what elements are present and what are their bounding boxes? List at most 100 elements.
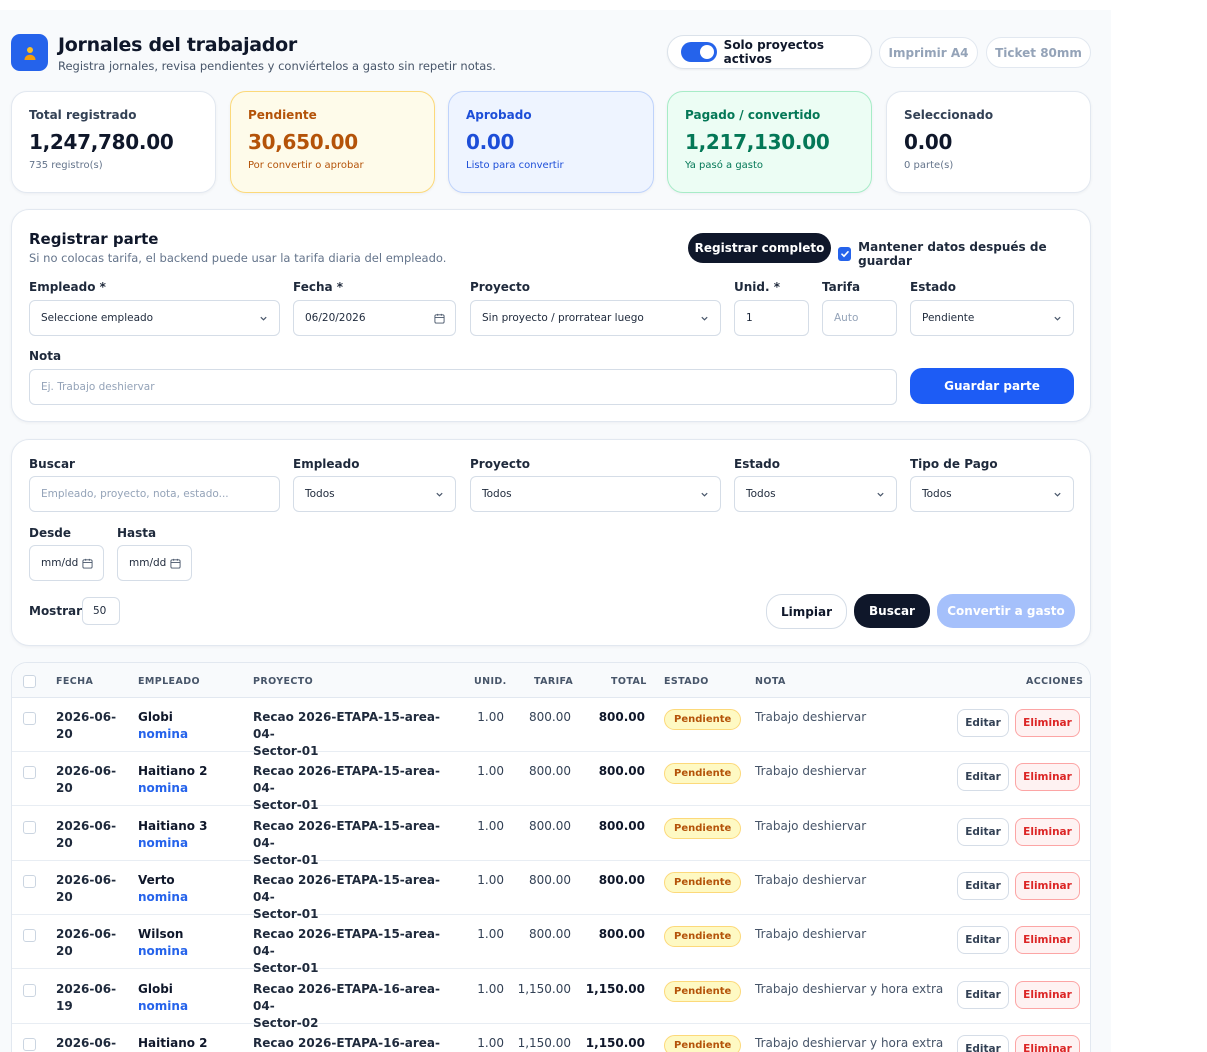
- filter-employee-label: Empleado: [293, 457, 360, 471]
- row-date: 2026-06- 20: [56, 763, 122, 797]
- table-header: FECHA EMPLEADO PROYECTO UNID. TARIFA TOT…: [12, 663, 1090, 698]
- units-input[interactable]: 1: [734, 300, 809, 336]
- row-date: 2026-06- 20: [56, 872, 122, 906]
- delete-button[interactable]: Eliminar: [1015, 709, 1080, 737]
- edit-button[interactable]: Editar: [957, 926, 1009, 954]
- filter-status-label: Estado: [734, 457, 781, 471]
- convert-to-expense-button[interactable]: Convertir a gasto: [937, 594, 1075, 628]
- edit-button[interactable]: Editar: [957, 709, 1009, 737]
- status-badge: Pendiente: [664, 1035, 742, 1052]
- row-pay-type: nomina: [138, 944, 189, 958]
- row-project-line1: Recao 2026-ETAPA-15-area-04-: [253, 710, 441, 741]
- save-part-button[interactable]: Guardar parte: [910, 368, 1074, 404]
- keep-data-checkbox[interactable]: Mantener datos después de guardar: [838, 240, 1090, 268]
- register-title: Registrar parte: [29, 230, 159, 248]
- search-button[interactable]: Buscar: [854, 594, 930, 628]
- row-date-line1: 2026-06-: [56, 982, 117, 996]
- active-projects-toggle[interactable]: Solo proyectos activos: [667, 35, 872, 69]
- worker-icon: [11, 34, 48, 71]
- print-a4-button[interactable]: Imprimir A4: [879, 37, 978, 68]
- status-badge: Pendiente: [664, 709, 742, 730]
- row-total: 1,150.00: [585, 1036, 645, 1050]
- note-label: Nota: [29, 349, 62, 363]
- to-date-input[interactable]: mm/dd: [117, 545, 192, 581]
- row-checkbox[interactable]: [23, 1038, 36, 1051]
- register-subtitle: Si no colocas tarifa, el backend puede u…: [29, 251, 447, 265]
- toggle-switch[interactable]: [681, 42, 717, 62]
- filter-project-value: Todos: [482, 488, 512, 500]
- calendar-icon[interactable]: [82, 558, 93, 569]
- edit-button[interactable]: Editar: [957, 818, 1009, 846]
- stat-approved: Aprobado 0.00 Listo para convertir: [448, 91, 654, 193]
- row-checkbox[interactable]: [23, 766, 36, 779]
- row-employee-name: Haitiano 2: [138, 764, 208, 778]
- delete-button[interactable]: Eliminar: [1015, 818, 1080, 846]
- chevron-down-icon: [877, 492, 884, 497]
- stat-sub: 735 registro(s): [29, 160, 103, 171]
- row-note: Trabajo deshiervar: [755, 710, 867, 724]
- row-units: 1.00: [477, 927, 504, 941]
- from-label: Desde: [29, 526, 71, 540]
- filter-paytype-value: Todos: [922, 488, 952, 500]
- register-complete-button[interactable]: Registrar completo: [688, 233, 831, 263]
- row-project-line1: Recao 2026-ETAPA-15-area-04-: [253, 873, 441, 904]
- note-input-placeholder: Ej. Trabajo deshiervar: [41, 381, 155, 393]
- delete-button[interactable]: Eliminar: [1015, 981, 1080, 1009]
- delete-button[interactable]: Eliminar: [1015, 926, 1080, 954]
- row-units: 1.00: [477, 873, 504, 887]
- row-checkbox[interactable]: [23, 821, 36, 834]
- stat-sub: Por convertir o aprobar: [248, 160, 364, 171]
- status-badge: Pendiente: [664, 926, 742, 947]
- row-note: Trabajo deshiervar y hora extra: [755, 1036, 944, 1050]
- rate-input[interactable]: Auto: [822, 300, 897, 336]
- col-employee: EMPLEADO: [138, 676, 200, 687]
- to-label: Hasta: [117, 526, 157, 540]
- table-row: 2026-06- 20 Haitiano 2 nomina Recao 2026-ETA…: [12, 752, 1090, 812]
- delete-button[interactable]: Eliminar: [1015, 1035, 1080, 1052]
- clear-button[interactable]: Limpiar: [766, 594, 847, 629]
- row-checkbox[interactable]: [23, 875, 36, 888]
- project-select-value: Sin proyecto / prorratear luego: [482, 312, 644, 324]
- edit-button[interactable]: Editar: [957, 1035, 1009, 1052]
- select-all-checkbox[interactable]: [23, 675, 36, 688]
- row-pay-type: nomina: [138, 727, 189, 741]
- register-panel: Registrar parte Si no colocas tarifa, el…: [11, 209, 1091, 422]
- employee-select[interactable]: Seleccione empleado: [29, 300, 280, 336]
- row-date-line1: 2026-06-: [56, 710, 117, 724]
- row-project-line1: Recao 2026-ETAPA-15-area-04-: [253, 927, 441, 958]
- status-select[interactable]: Pendiente: [910, 300, 1074, 336]
- row-pay-type: nomina: [138, 890, 189, 904]
- filter-employee-select[interactable]: Todos: [293, 476, 456, 512]
- stat-label: Seleccionado: [904, 108, 994, 122]
- checkbox-checked-icon[interactable]: [838, 247, 852, 261]
- stat-label: Total registrado: [29, 108, 137, 122]
- calendar-icon[interactable]: [170, 558, 181, 569]
- filter-paytype-select[interactable]: Todos: [910, 476, 1074, 512]
- ticket-80mm-button[interactable]: Ticket 80mm: [986, 37, 1091, 68]
- project-select[interactable]: Sin proyecto / prorratear luego: [470, 300, 721, 336]
- row-employee-name: Haitiano 3: [138, 819, 208, 833]
- stat-sub: 0 parte(s): [904, 160, 954, 171]
- search-input[interactable]: Empleado, proyecto, nota, estado...: [29, 476, 280, 512]
- filter-project-select[interactable]: Todos: [470, 476, 721, 512]
- row-project-line1: Recao 2026-ETAPA-15-area-04-: [253, 819, 441, 850]
- edit-button[interactable]: Editar: [957, 872, 1009, 900]
- delete-button[interactable]: Eliminar: [1015, 872, 1080, 900]
- date-input[interactable]: 06/20/2026: [293, 300, 456, 336]
- row-checkbox[interactable]: [23, 929, 36, 942]
- filter-status-select[interactable]: Todos: [734, 476, 897, 512]
- row-date-line1: 2026-06-: [56, 927, 117, 941]
- note-input[interactable]: Ej. Trabajo deshiervar: [29, 369, 897, 405]
- stat-total: Total registrado 1,247,780.00 735 regist…: [11, 91, 216, 193]
- edit-button[interactable]: Editar: [957, 981, 1009, 1009]
- delete-button[interactable]: Eliminar: [1015, 763, 1080, 791]
- status-badge: Pendiente: [664, 872, 742, 893]
- row-checkbox[interactable]: [23, 712, 36, 725]
- from-date-input[interactable]: mm/dd: [29, 545, 104, 581]
- entries-table: FECHA EMPLEADO PROYECTO UNID. TARIFA TOT…: [11, 662, 1091, 1052]
- page-size-select[interactable]: 50: [82, 597, 120, 625]
- row-project-line1: Recao 2026-ETAPA-16-area-04-: [253, 1036, 441, 1050]
- edit-button[interactable]: Editar: [957, 763, 1009, 791]
- row-checkbox[interactable]: [23, 984, 36, 997]
- calendar-icon[interactable]: [434, 313, 445, 324]
